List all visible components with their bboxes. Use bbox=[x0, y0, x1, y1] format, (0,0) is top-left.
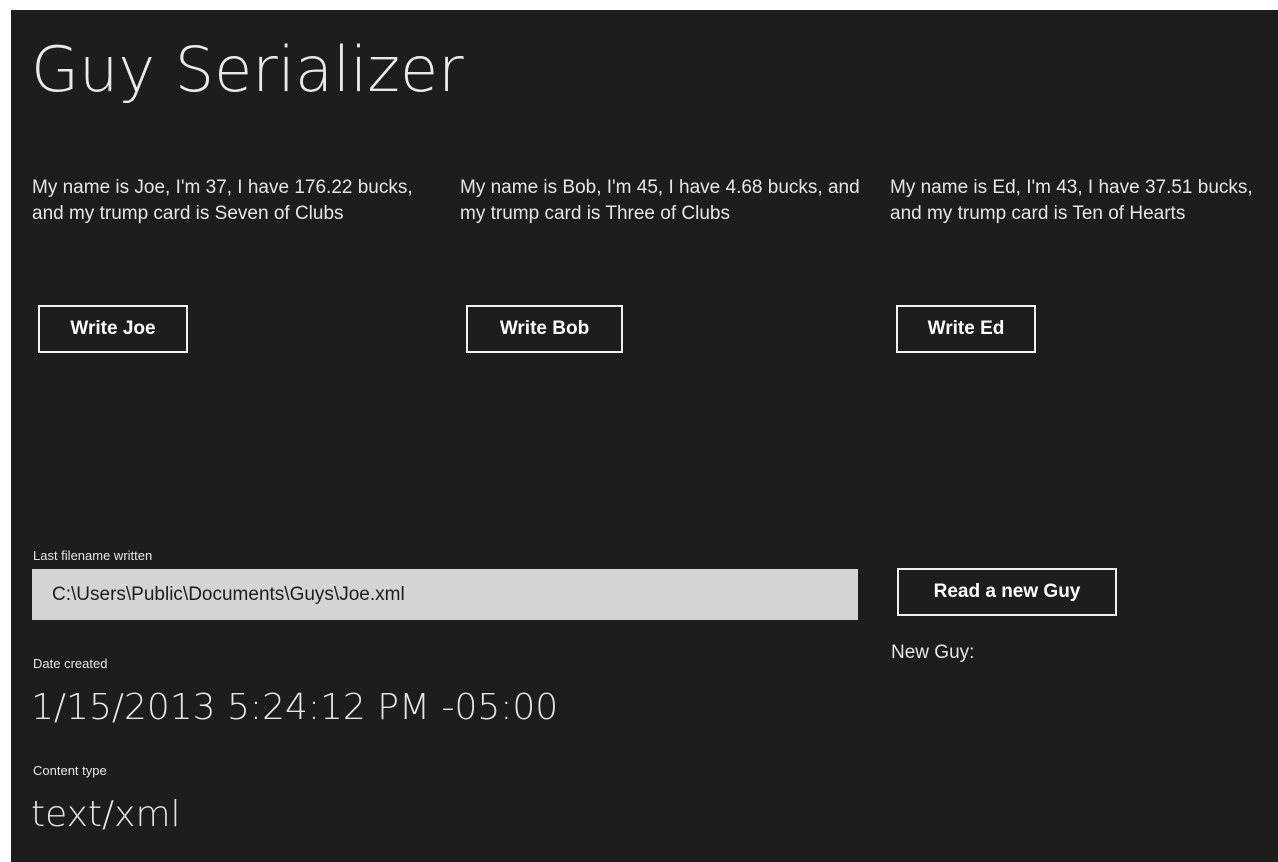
ed-description: My name is Ed, I'm 43, I have 37.51 buck… bbox=[890, 177, 1253, 224]
filename-field[interactable]: C:\Users\Public\Documents\Guys\Joe.xml bbox=[32, 569, 858, 620]
content-type-value: text/xml bbox=[31, 794, 181, 835]
new-guy-label: New Guy: bbox=[891, 642, 975, 663]
write-joe-button[interactable]: Write Joe bbox=[38, 305, 188, 353]
write-ed-button[interactable]: Write Ed bbox=[896, 305, 1036, 353]
read-new-guy-button[interactable]: Read a new Guy bbox=[897, 568, 1117, 616]
joe-description: My name is Joe, I'm 37, I have 176.22 bu… bbox=[32, 177, 413, 224]
write-bob-button[interactable]: Write Bob bbox=[466, 305, 623, 353]
app-window: Guy Serializer My name is Joe, I'm 37, I… bbox=[11, 10, 1278, 862]
write-bob-label: Write Bob bbox=[499, 318, 590, 339]
content-type-label: Content type bbox=[33, 763, 107, 778]
write-ed-label: Write Ed bbox=[927, 318, 1005, 339]
filename-label: Last filename written bbox=[33, 548, 153, 563]
date-created-value: 1/15/2013 5:24:12 PM -05:00 bbox=[31, 687, 559, 728]
bob-description: My name is Bob, I'm 45, I have 4.68 buck… bbox=[460, 177, 860, 224]
page-title: Guy Serializer bbox=[31, 33, 464, 106]
filename-value: C:\Users\Public\Documents\Guys\Joe.xml bbox=[52, 583, 405, 605]
write-joe-label: Write Joe bbox=[70, 318, 156, 339]
date-created-label: Date created bbox=[33, 656, 108, 671]
read-new-guy-label: Read a new Guy bbox=[933, 581, 1081, 602]
